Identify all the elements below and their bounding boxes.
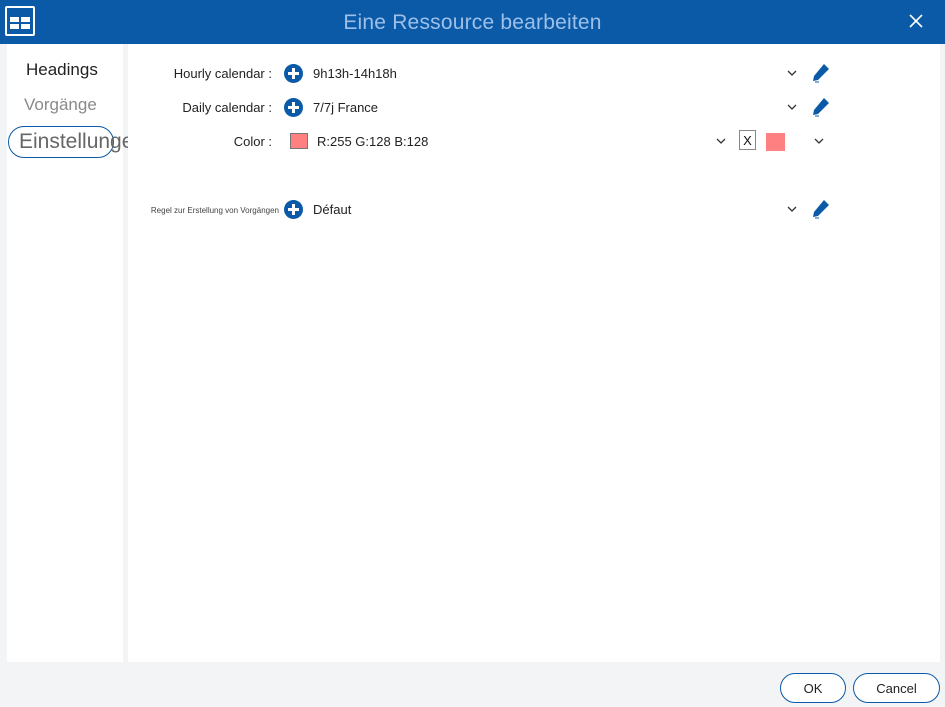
creation-rule-row: Regel zur Erstellung von Vorgängen Défau… [128,196,940,224]
daily-calendar-row: Daily calendar : 7/7j France [128,94,940,122]
color-select[interactable]: R:255 G:128 B:128 [317,134,428,149]
clear-color-button[interactable]: X [739,130,756,150]
pencil-icon[interactable] [810,198,832,220]
ok-button[interactable]: OK [780,673,846,703]
creation-rule-label: Regel zur Erstellung von Vorgängen [150,206,279,215]
color-row: Color : R:255 G:128 B:128 X [128,128,940,156]
sidebar-item-headings[interactable]: Headings [26,60,98,80]
chevron-down-icon[interactable] [785,202,799,216]
window-title: Eine Ressource bearbeiten [343,11,602,34]
sidebar-item-einstellungen[interactable]: Einstellungen [8,126,145,158]
add-daily-calendar-button[interactable] [284,98,303,117]
sidebar-item-vorgaenge[interactable]: Vorgänge [24,95,97,115]
title-bar: Eine Ressource bearbeiten [0,0,945,44]
add-creation-rule-button[interactable] [284,200,303,219]
chevron-down-icon[interactable] [785,100,799,114]
color-swatch [290,133,308,149]
hourly-calendar-row: Hourly calendar : 9h13h-14h18h [128,60,940,88]
sidebar: Headings Vorgänge Einstellungen [7,44,145,662]
cancel-button[interactable]: Cancel [853,673,940,703]
color-picker-swatch[interactable] [766,133,785,151]
hourly-calendar-label: Hourly calendar : [173,66,272,81]
chevron-down-icon[interactable] [714,134,728,148]
settings-panel: Hourly calendar : 9h13h-14h18h Daily cal… [128,44,940,662]
daily-calendar-label: Daily calendar : [182,100,272,115]
chevron-down-icon[interactable] [785,66,799,80]
creation-rule-select[interactable]: Défaut [313,202,351,217]
pencil-icon[interactable] [810,96,832,118]
hourly-calendar-select[interactable]: 9h13h-14h18h [313,66,397,81]
close-icon[interactable] [905,10,927,32]
add-hourly-calendar-button[interactable] [284,64,303,83]
chevron-down-icon[interactable] [812,134,826,148]
color-label: Color : [233,134,272,149]
pencil-icon[interactable] [810,62,832,84]
daily-calendar-select[interactable]: 7/7j France [313,100,378,115]
